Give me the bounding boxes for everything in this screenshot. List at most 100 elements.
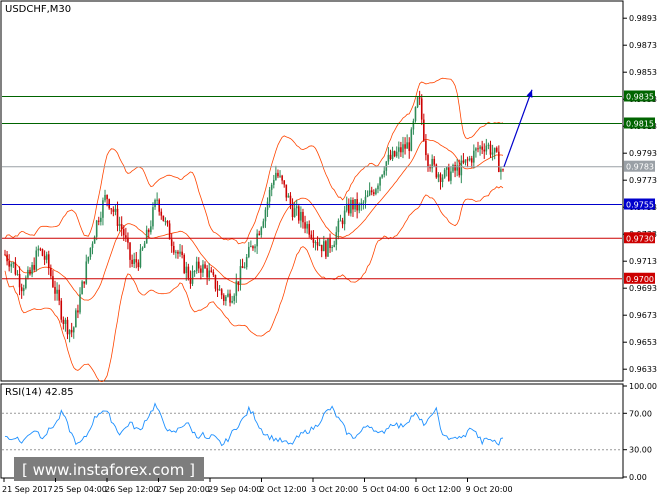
candle-body — [323, 241, 325, 252]
candle-body — [245, 257, 248, 268]
candle-body — [283, 180, 286, 185]
candle-body — [498, 151, 500, 172]
candle-body — [204, 264, 206, 269]
candle-body — [470, 158, 473, 163]
candle-body — [54, 286, 56, 294]
candle-body — [418, 97, 421, 99]
candle-body — [104, 194, 106, 201]
candle-body — [460, 160, 463, 176]
candle-body — [214, 274, 217, 289]
candle-body — [491, 152, 494, 155]
candle-body — [133, 259, 135, 264]
candle-body — [475, 148, 477, 151]
candle-body — [33, 264, 35, 270]
price-tick-label: 0.9873 — [629, 41, 657, 50]
candle-body — [287, 195, 290, 198]
candle-body — [131, 259, 133, 264]
candle-body — [468, 158, 471, 161]
candle-body — [125, 235, 127, 238]
candle-body — [439, 174, 442, 183]
candle-body — [43, 255, 46, 260]
candle-body — [39, 248, 42, 250]
candle-body — [187, 266, 190, 278]
candle-body — [452, 164, 454, 172]
candle-body — [233, 295, 236, 301]
candle-body — [18, 274, 21, 288]
candle-body — [368, 190, 371, 196]
candle-body — [423, 119, 425, 141]
candle-body — [56, 289, 58, 294]
candle-body — [135, 259, 138, 263]
candle-body — [314, 242, 317, 244]
candle-body — [150, 226, 152, 233]
candle-body — [116, 208, 119, 226]
candle-body — [206, 268, 208, 278]
candle-body — [202, 264, 204, 273]
time-tick-label: 26 Sep 12:00 — [105, 485, 158, 494]
candle-body — [473, 150, 475, 163]
candle-body — [398, 147, 400, 152]
candle-body — [168, 223, 171, 240]
candle-body — [29, 269, 31, 275]
candle-body — [247, 246, 250, 258]
candle-body — [306, 224, 308, 229]
level-label: 0.9755 — [626, 201, 654, 210]
candle-body — [377, 185, 379, 190]
level-label: 0.9700 — [626, 275, 654, 284]
candle-body — [102, 200, 104, 218]
candle-body — [256, 233, 258, 247]
price-tick-label: 0.9693 — [629, 284, 657, 293]
candle-body — [270, 184, 273, 190]
candle-body — [10, 263, 13, 267]
candle-body — [152, 207, 154, 227]
price-tick-label: 0.9633 — [629, 365, 657, 374]
candle-body — [464, 159, 467, 163]
candle-body — [193, 271, 196, 273]
candle-body — [177, 251, 179, 254]
candle-body — [158, 199, 160, 212]
rsi-tick-label: 30.00 — [629, 446, 652, 455]
candle-body — [289, 195, 292, 205]
candle-body — [52, 276, 54, 287]
candle-body — [35, 250, 38, 270]
candle-body — [406, 142, 408, 149]
candle-body — [191, 271, 194, 284]
candle-body — [72, 327, 75, 333]
candle-body — [350, 199, 352, 214]
candle-body — [489, 144, 492, 155]
candle-body — [293, 208, 296, 218]
candle-body — [108, 199, 110, 209]
candle-body — [414, 107, 417, 121]
candle-body — [250, 246, 252, 248]
candle-body — [183, 255, 185, 273]
candle-body — [235, 281, 238, 296]
candle-body — [20, 287, 23, 292]
candle-body — [383, 170, 386, 175]
time-tick-label: 2 Oct 12:00 — [260, 485, 307, 494]
candle-body — [179, 251, 181, 254]
candle-body — [416, 97, 419, 108]
price-tick-label: 0.9793 — [629, 149, 657, 158]
rsi-tick-label: 0.00 — [629, 473, 647, 482]
candle-body — [79, 294, 81, 313]
candle-body — [358, 204, 361, 211]
candle-body — [408, 142, 411, 151]
candle-body — [348, 203, 350, 214]
candle-body — [156, 199, 158, 201]
candle-body — [129, 242, 131, 260]
candle-body — [83, 281, 85, 284]
candle-body — [412, 120, 415, 130]
candle-body — [297, 206, 300, 221]
candle-body — [500, 169, 502, 172]
time-tick-label: 27 Sep 20:00 — [157, 485, 210, 494]
candle-body — [364, 196, 367, 203]
candle-body — [308, 224, 311, 235]
candle-body — [441, 177, 444, 183]
candle-body — [487, 144, 490, 146]
candle-body — [433, 158, 436, 165]
candle-body — [343, 210, 346, 225]
candle-body — [106, 194, 108, 200]
rsi-title: RSI(14) 42.85 — [5, 387, 74, 398]
candle-body — [8, 261, 10, 267]
candle-body — [208, 270, 211, 278]
